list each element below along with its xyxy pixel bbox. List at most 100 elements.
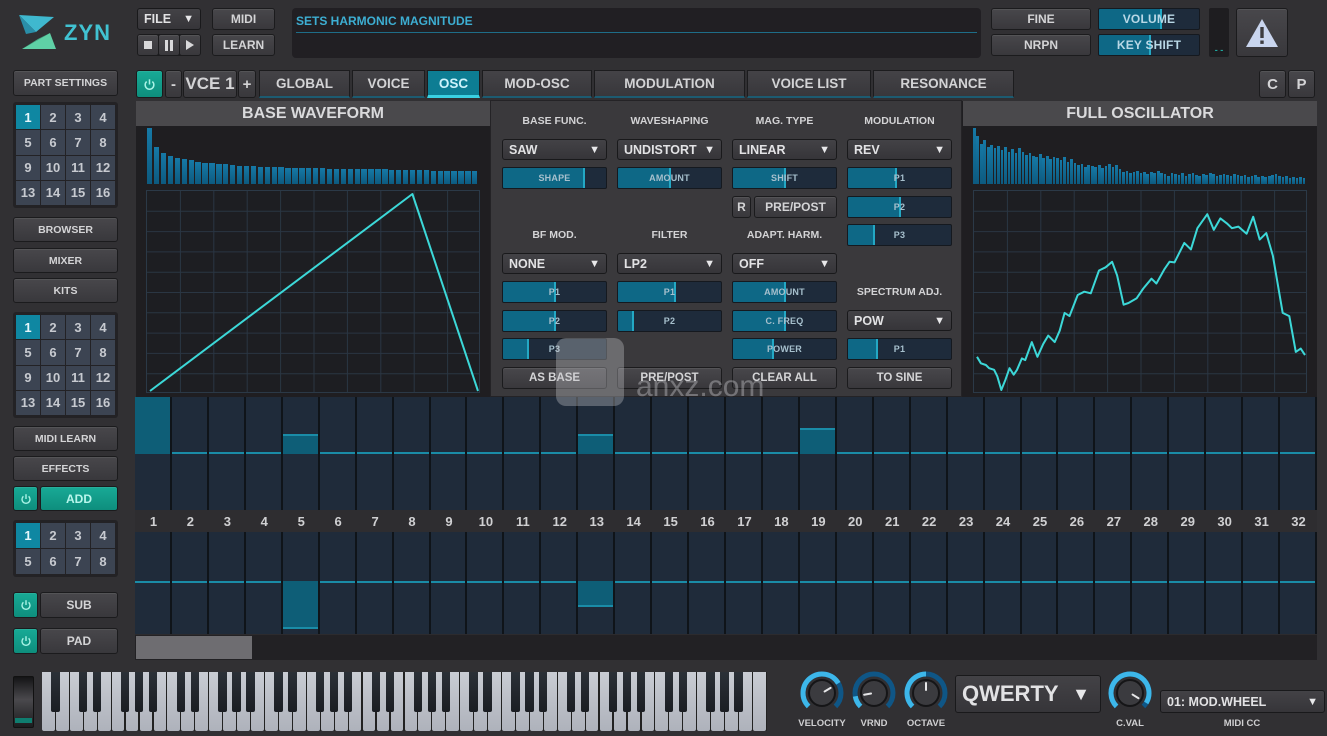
black-key-F-sharp[interactable] [413,672,423,713]
c-val-knob[interactable] [1106,669,1154,717]
harmonic-phase-slider-14[interactable] [615,532,653,634]
part-button-5[interactable]: 5 [16,130,40,155]
harmonic-phase-slider-5[interactable] [282,532,320,634]
black-key-G-sharp[interactable] [720,672,729,713]
midi-button[interactable]: MIDI [212,8,275,30]
filter-select[interactable]: LP2 ▼ [617,253,722,274]
black-key-D-sharp[interactable] [288,672,297,713]
voice-decrement-button[interactable]: - [165,70,182,98]
harmonic-phase-slider-18[interactable] [762,532,800,634]
modulation-select[interactable]: REV ▼ [847,139,952,160]
voice-button-4[interactable]: 4 [91,523,115,548]
harmonic-phase-slider-3[interactable] [208,532,246,634]
black-key-C-sharp[interactable] [371,672,381,713]
harmonic-magnitude-slider-6[interactable] [319,397,357,510]
mag-type-select[interactable]: LINEAR ▼ [732,139,837,160]
harmonic-magnitude-slider-10[interactable] [467,397,505,510]
black-key-A-sharp[interactable] [246,672,255,713]
harmonic-phase-slider-23[interactable] [947,532,985,634]
kit-button-7[interactable]: 7 [66,340,90,365]
harmonic-magnitude-slider-14[interactable] [615,397,653,510]
kit-button-11[interactable]: 11 [66,365,90,390]
pause-button[interactable] [159,35,179,55]
harmonic-phase-slider-30[interactable] [1206,532,1244,634]
waveshaping-select[interactable]: UNDISTORT ▼ [617,139,722,160]
harmonic-phase-slider-4[interactable] [245,532,283,634]
black-key-F-sharp[interactable] [511,672,520,713]
adapt-c-freq-slider[interactable]: C. FREQ [732,310,837,332]
white-key-C[interactable] [753,672,766,731]
harmonic-magnitude-slider-31[interactable] [1243,397,1281,510]
adapt-power-slider[interactable]: POWER [732,338,837,360]
black-key-D-sharp[interactable] [385,672,395,713]
part-button-14[interactable]: 14 [41,180,65,205]
harmonic-phase-slider-2[interactable] [171,532,209,634]
harmonic-magnitude-slider-19[interactable] [799,397,837,510]
harmonic-phase-slider-8[interactable] [393,532,431,634]
part-button-2[interactable]: 2 [41,105,65,130]
black-key-F-sharp[interactable] [120,672,130,713]
harmonic-phase-slider-25[interactable] [1021,532,1059,634]
harmonic-magnitude-slider-5[interactable] [282,397,320,510]
part-button-11[interactable]: 11 [66,155,90,180]
shift-slider[interactable]: SHIFT [732,167,837,189]
harmonic-phase-slider-28[interactable] [1132,532,1170,634]
harmonic-magnitude-slider-28[interactable] [1132,397,1170,510]
sub-synth-power-toggle[interactable] [13,592,38,618]
harmonic-phase-slider-12[interactable] [541,532,579,634]
harmonic-magnitude-slider-1[interactable] [135,397,172,510]
part-button-7[interactable]: 7 [66,130,90,155]
learn-button[interactable]: LEARN [212,34,275,56]
effects-button[interactable]: EFFECTS [13,456,118,481]
harmonic-magnitude-slider-32[interactable] [1280,397,1317,510]
tab-voice-list[interactable]: VOICE LIST [747,70,871,98]
harmonic-phase-slider-13[interactable] [578,532,616,634]
black-key-D-sharp[interactable] [580,672,590,713]
harmonic-magnitude-slider-24[interactable] [984,397,1022,510]
tab-osc[interactable]: OSC [427,70,480,98]
harmonic-phase-slider-24[interactable] [984,532,1022,634]
harmonic-magnitude-slider-3[interactable] [208,397,246,510]
kit-button-15[interactable]: 15 [66,390,90,415]
harmonic-phase-slider-32[interactable] [1280,532,1317,634]
black-key-C-sharp[interactable] [274,672,283,713]
harmonic-magnitude-slider-20[interactable] [836,397,874,510]
harmonic-phase-slider-10[interactable] [467,532,505,634]
midi-learn-button[interactable]: MIDI LEARN [13,426,118,451]
black-key-A-sharp[interactable] [636,672,646,713]
stop-button[interactable] [138,35,158,55]
harmonic-phase-slider-1[interactable] [135,532,172,634]
part-button-8[interactable]: 8 [91,130,115,155]
harmonic-phase-slider-16[interactable] [689,532,726,634]
harmonic-phase-slider-17[interactable] [726,532,763,634]
harmonic-magnitude-slider-2[interactable] [171,397,209,510]
black-key-A-sharp[interactable] [148,672,158,713]
voice-button-1[interactable]: 1 [16,523,40,548]
kit-button-13[interactable]: 13 [16,390,40,415]
shift-reset-button[interactable]: R [732,196,751,218]
vrnd-knob[interactable] [850,669,898,717]
harmonic-phase-slider-21[interactable] [873,532,911,634]
bf-mod-p1-slider[interactable]: P1 [502,281,607,303]
kit-button-16[interactable]: 16 [91,390,115,415]
harmonic-phase-slider-27[interactable] [1095,532,1133,634]
black-key-D-sharp[interactable] [678,672,687,713]
add-synth-power-toggle[interactable] [13,486,38,511]
midi-cc-select[interactable]: 01: MOD.WHEEL ▼ [1160,690,1325,713]
bf-mod-p2-slider[interactable]: P2 [502,310,607,332]
part-settings-button[interactable]: PART SETTINGS [13,70,118,96]
key-shift-slider[interactable]: KEY SHIFT [1098,34,1200,56]
voice-power-toggle[interactable] [136,70,163,98]
file-menu[interactable]: FILE ▼ [137,8,201,30]
harmonic-magnitude-slider-21[interactable] [873,397,911,510]
paste-button[interactable]: P [1288,70,1315,98]
black-key-C-sharp[interactable] [567,672,576,713]
pad-synth-power-toggle[interactable] [13,628,38,654]
harmonic-magnitude-slider-27[interactable] [1095,397,1133,510]
black-key-A-sharp[interactable] [734,672,743,713]
kit-button-14[interactable]: 14 [41,390,65,415]
harmonic-magnitude-slider-7[interactable] [356,397,394,510]
browser-button[interactable]: BROWSER [13,217,118,242]
panic-button[interactable] [1236,8,1288,57]
voice-button-8[interactable]: 8 [91,549,115,574]
